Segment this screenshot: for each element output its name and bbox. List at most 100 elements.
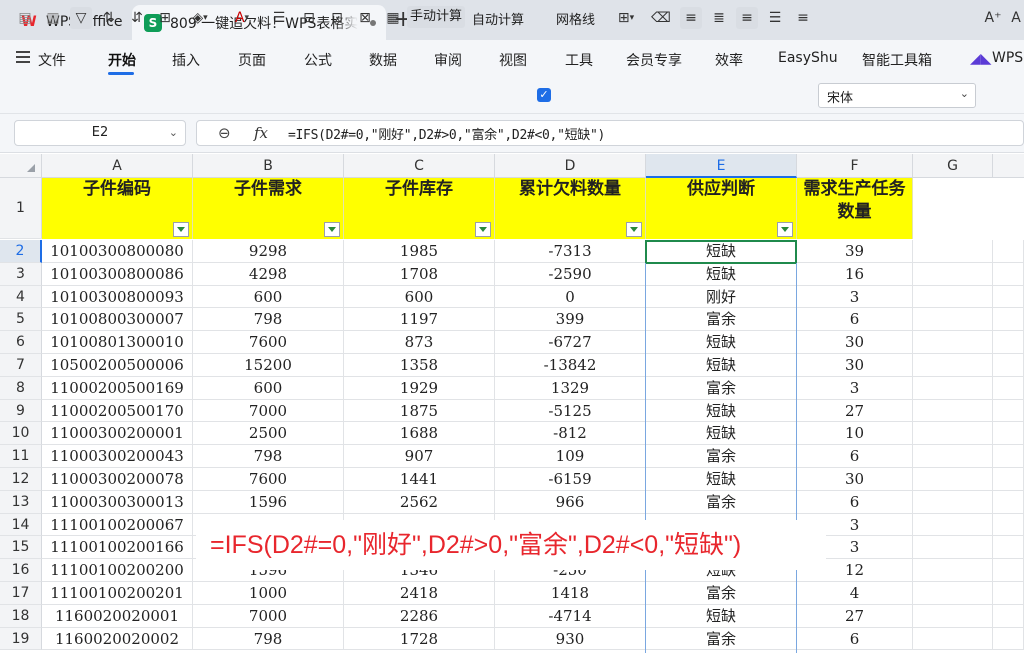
align-middle-icon[interactable]: ☰ <box>764 7 786 29</box>
menu-wps-ai[interactable]: WPS <box>992 50 1023 66</box>
cell-f5[interactable]: 6 <box>797 308 913 331</box>
cell-d3[interactable]: -2590 <box>495 263 646 286</box>
cell-f9[interactable]: 27 <box>797 400 913 422</box>
cell-g14[interactable] <box>913 514 993 536</box>
cell-a17[interactable]: 11100100200201 <box>42 582 193 605</box>
cell-a11[interactable]: 11000300200043 <box>42 445 193 468</box>
cell-c13[interactable]: 2562 <box>344 491 495 514</box>
menu-page[interactable]: 页面 <box>238 50 266 70</box>
cell-f4[interactable]: 3 <box>797 286 913 308</box>
row-header-11[interactable]: 11 <box>0 445 42 468</box>
cell-a12[interactable]: 11000300200078 <box>42 468 193 491</box>
cell-g8[interactable] <box>913 377 993 400</box>
align-left-icon[interactable]: ≣ <box>708 7 730 29</box>
cell-a10[interactable]: 11000300200001 <box>42 422 193 445</box>
row-header-8[interactable]: 8 <box>0 377 42 400</box>
cell-c8[interactable]: 1929 <box>344 377 495 400</box>
cell-c5[interactable]: 1197 <box>344 308 495 331</box>
cell-d18[interactable]: -4714 <box>495 605 646 628</box>
insert-row-icon[interactable]: ⊠ <box>354 7 376 29</box>
font-name-select[interactable]: 宋体 ⌄ <box>818 83 976 108</box>
cell-f6[interactable]: 30 <box>797 331 913 354</box>
filter-dropdown-icon[interactable] <box>475 222 491 237</box>
cell-e2[interactable]: 短缺 <box>646 240 797 263</box>
table-style-icon[interactable]: ⊞ ▾ <box>610 7 642 29</box>
cell-g17[interactable] <box>913 582 993 605</box>
cell-a18[interactable]: 1160020020001 <box>42 605 193 628</box>
column-header-a[interactable]: A <box>42 154 193 178</box>
auto-calc-button[interactable]: 自动计算 <box>472 9 524 28</box>
menu-formula[interactable]: 公式 <box>304 50 332 70</box>
row-header-13[interactable]: 13 <box>0 491 42 514</box>
menu-insert[interactable]: 插入 <box>172 50 200 70</box>
cell-e18[interactable]: 短缺 <box>646 605 797 628</box>
cell-b3[interactable]: 4298 <box>193 263 344 286</box>
cell-b12[interactable]: 7600 <box>193 468 344 491</box>
menu-icon[interactable] <box>16 51 30 63</box>
cell-b18[interactable]: 7000 <box>193 605 344 628</box>
cell-e17[interactable]: 富余 <box>646 582 797 605</box>
paste-special-icon[interactable]: ▤ <box>14 7 36 29</box>
cell-e11[interactable]: 富余 <box>646 445 797 468</box>
cell-c18[interactable]: 2286 <box>344 605 495 628</box>
filter-dropdown-icon[interactable] <box>173 222 189 237</box>
row-header-3[interactable]: 3 <box>0 263 42 286</box>
cell-b5[interactable]: 798 <box>193 308 344 331</box>
cell-h8[interactable] <box>993 377 1024 400</box>
cell-c11[interactable]: 907 <box>344 445 495 468</box>
cell-h9[interactable] <box>993 400 1024 422</box>
cell-h6[interactable] <box>993 331 1024 354</box>
menu-efficiency[interactable]: 效率 <box>715 50 743 70</box>
cell-h10[interactable] <box>993 422 1024 445</box>
cell-a13[interactable]: 11000300300013 <box>42 491 193 514</box>
cell-c10[interactable]: 1688 <box>344 422 495 445</box>
cell-e6[interactable]: 短缺 <box>646 331 797 354</box>
cell-f12[interactable]: 30 <box>797 468 913 491</box>
cell-d4[interactable]: 0 <box>495 286 646 308</box>
filter-dropdown-icon[interactable] <box>324 222 340 237</box>
cell-h5[interactable] <box>993 308 1024 331</box>
cell-e5[interactable]: 富余 <box>646 308 797 331</box>
column-header-c[interactable]: C <box>344 154 495 178</box>
cell-c12[interactable]: 1441 <box>344 468 495 491</box>
cell-h4[interactable] <box>993 286 1024 308</box>
filter-dropdown-icon[interactable] <box>626 222 642 237</box>
cell-c7[interactable]: 1358 <box>344 354 495 377</box>
row-header-9[interactable]: 9 <box>0 400 42 422</box>
cell-e8[interactable]: 富余 <box>646 377 797 400</box>
cell-g9[interactable] <box>913 400 993 422</box>
cell-c19[interactable]: 1728 <box>344 628 495 650</box>
row-header-15[interactable]: 15 <box>0 536 42 559</box>
fx-icon[interactable]: fx <box>254 124 268 142</box>
row-header-12[interactable]: 12 <box>0 468 42 491</box>
sort-descending-icon[interactable]: ⇵ <box>126 7 148 29</box>
cell-b19[interactable]: 798 <box>193 628 344 650</box>
cell-h13[interactable] <box>993 491 1024 514</box>
row-header-14[interactable]: 14 <box>0 514 42 536</box>
cell-e4[interactable]: 刚好 <box>646 286 797 308</box>
row-header-16[interactable]: 16 <box>0 559 42 582</box>
menu-tools[interactable]: 工具 <box>565 50 593 70</box>
cell-f19[interactable]: 6 <box>797 628 913 650</box>
gridlines-checkbox[interactable]: ✓ <box>537 88 551 102</box>
paste-values-icon[interactable]: ▥ <box>42 7 64 29</box>
row-header-4[interactable]: 4 <box>0 286 42 308</box>
cell-d10[interactable]: -812 <box>495 422 646 445</box>
cell-h12[interactable] <box>993 468 1024 491</box>
cell-f10[interactable]: 10 <box>797 422 913 445</box>
cell-b4[interactable]: 600 <box>193 286 344 308</box>
row-header-17[interactable]: 17 <box>0 582 42 605</box>
header-cell-a[interactable]: 子件编码 <box>42 178 193 239</box>
name-box[interactable]: E2 ⌄ <box>14 120 186 146</box>
cell-d17[interactable]: 1418 <box>495 582 646 605</box>
row-header-5[interactable]: 5 <box>0 308 42 331</box>
cell-h2[interactable] <box>993 240 1024 263</box>
header-cell-b[interactable]: 子件需求 <box>193 178 344 239</box>
cell-b2[interactable]: 9298 <box>193 240 344 263</box>
column-header-b[interactable]: B <box>193 154 344 178</box>
cell-d9[interactable]: -5125 <box>495 400 646 422</box>
insert-column-icon[interactable]: ⊡ <box>326 7 348 29</box>
menu-file[interactable]: 文件 <box>38 50 66 70</box>
cell-g15[interactable] <box>913 536 993 559</box>
menu-smart-toolbox[interactable]: 智能工具箱 <box>862 50 932 70</box>
